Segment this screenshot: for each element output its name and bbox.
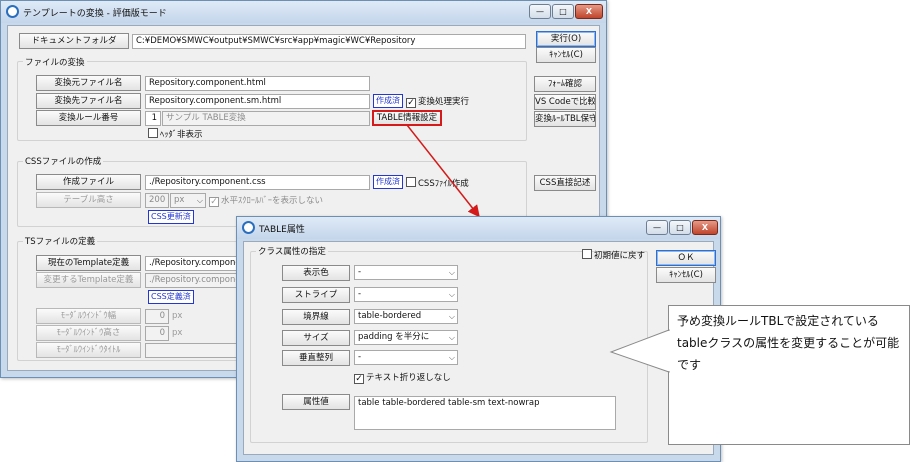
callout-pointer [609,329,670,373]
